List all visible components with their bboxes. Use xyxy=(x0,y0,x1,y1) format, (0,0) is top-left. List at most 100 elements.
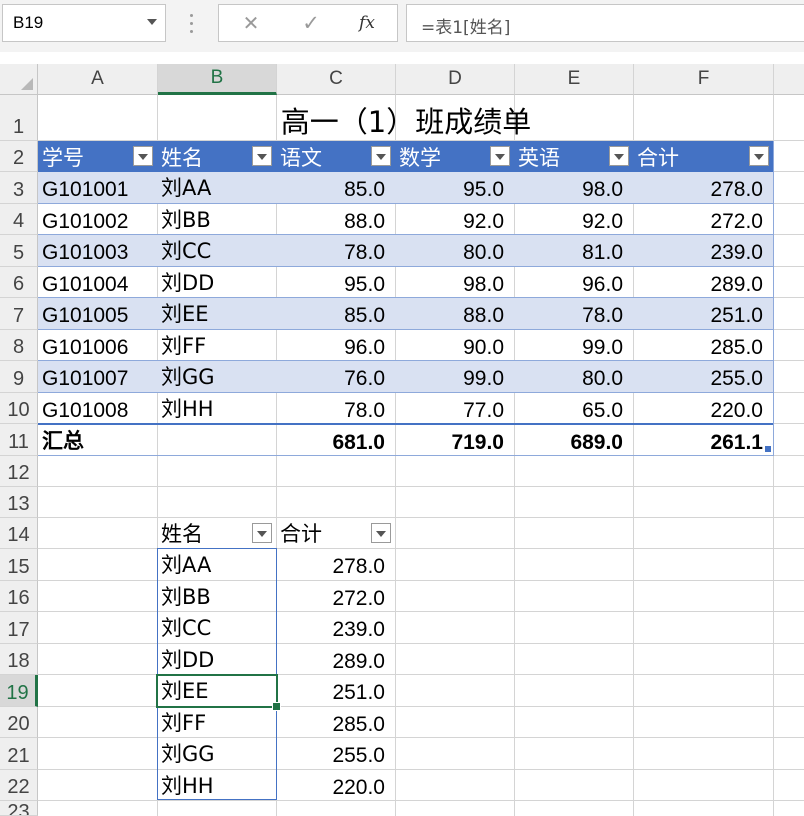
row-header-1[interactable]: 1 xyxy=(0,95,38,141)
table-cell[interactable]: 刘FF xyxy=(157,330,276,361)
table-cell[interactable]: 刘CC xyxy=(157,612,276,643)
table-cell[interactable]: 239.0 xyxy=(276,612,395,643)
table-cell[interactable]: 刘BB xyxy=(157,581,276,612)
table-cell[interactable]: 272.0 xyxy=(276,581,395,612)
row-header-10[interactable]: 10 xyxy=(0,393,38,424)
table-cell[interactable]: 77.0 xyxy=(395,393,514,424)
table-cell[interactable]: 80.0 xyxy=(395,235,514,266)
table-cell[interactable]: 78.0 xyxy=(514,298,633,329)
table-cell[interactable]: 98.0 xyxy=(395,267,514,298)
row-header-22[interactable]: 22 xyxy=(0,770,38,801)
total-cell[interactable]: 689.0 xyxy=(514,425,633,456)
table-cell[interactable]: 285.0 xyxy=(633,330,773,361)
filter-dropdown-icon[interactable] xyxy=(252,523,272,543)
table-resize-handle[interactable] xyxy=(765,446,771,452)
name-box[interactable]: B19 xyxy=(2,4,166,42)
table-cell[interactable]: 251.0 xyxy=(633,298,773,329)
table-cell[interactable]: 刘AA xyxy=(157,549,276,580)
table-cell[interactable]: 92.0 xyxy=(514,204,633,235)
table-cell[interactable]: 96.0 xyxy=(276,330,395,361)
table-cell[interactable]: G101005 xyxy=(38,298,157,329)
table-cell[interactable]: 95.0 xyxy=(276,267,395,298)
table-cell[interactable]: 76.0 xyxy=(276,361,395,392)
table-cell[interactable]: 255.0 xyxy=(633,361,773,392)
table-cell[interactable]: 272.0 xyxy=(633,204,773,235)
table-cell[interactable]: 85.0 xyxy=(276,172,395,203)
table-cell[interactable]: 刘DD xyxy=(157,644,276,675)
table-cell[interactable]: 88.0 xyxy=(395,298,514,329)
table-cell[interactable]: G101006 xyxy=(38,330,157,361)
table-cell[interactable]: 285.0 xyxy=(276,707,395,738)
table-cell[interactable]: 刘HH xyxy=(157,393,276,424)
total-label[interactable]: 汇总 xyxy=(38,425,157,456)
table-cell[interactable]: 刘HH xyxy=(157,770,276,801)
table-cell[interactable]: 96.0 xyxy=(514,267,633,298)
column-header-c[interactable]: C xyxy=(277,64,396,95)
table-cell[interactable]: 85.0 xyxy=(276,298,395,329)
filter-dropdown-icon[interactable] xyxy=(252,146,272,166)
row-header-6[interactable]: 6 xyxy=(0,267,38,298)
table-cell[interactable]: 90.0 xyxy=(395,330,514,361)
column-header-d[interactable]: D xyxy=(396,64,515,95)
total-cell[interactable]: 719.0 xyxy=(395,425,514,456)
table-cell[interactable]: G101002 xyxy=(38,204,157,235)
table-cell[interactable]: 289.0 xyxy=(276,644,395,675)
table-cell[interactable]: 刘GG xyxy=(157,361,276,392)
row-header-15[interactable]: 15 xyxy=(0,549,38,581)
table-cell[interactable]: 95.0 xyxy=(395,172,514,203)
table-cell[interactable]: G101001 xyxy=(38,172,157,203)
table-cell[interactable]: G101007 xyxy=(38,361,157,392)
cancel-icon[interactable]: ✕ xyxy=(231,5,271,41)
table-cell[interactable] xyxy=(157,425,276,456)
total-cell[interactable]: 681.0 xyxy=(276,425,395,456)
chevron-down-icon[interactable] xyxy=(147,19,157,25)
table-cell[interactable]: G101008 xyxy=(38,393,157,424)
table-cell[interactable]: 刘FF xyxy=(157,707,276,738)
insert-function-icon[interactable]: fx xyxy=(347,5,387,41)
table-cell[interactable]: 255.0 xyxy=(276,738,395,769)
row-header-14[interactable]: 14 xyxy=(0,518,38,549)
table-cell[interactable]: 98.0 xyxy=(514,172,633,203)
column-header-a[interactable]: A xyxy=(38,64,158,95)
enter-icon[interactable]: ✓ xyxy=(291,5,331,41)
table-cell[interactable]: 220.0 xyxy=(633,393,773,424)
table-cell[interactable]: 78.0 xyxy=(276,393,395,424)
table-cell[interactable]: 88.0 xyxy=(276,204,395,235)
row-header-8[interactable]: 8 xyxy=(0,330,38,361)
row-header-11[interactable]: 11 xyxy=(0,424,38,456)
table-cell[interactable]: 289.0 xyxy=(633,267,773,298)
row-header-3[interactable]: 3 xyxy=(0,172,38,204)
filter-dropdown-icon[interactable] xyxy=(371,523,391,543)
row-header-19[interactable]: 19 xyxy=(0,675,38,707)
column-header-e[interactable]: E xyxy=(515,64,634,95)
table-cell[interactable]: 99.0 xyxy=(395,361,514,392)
table-cell[interactable]: 278.0 xyxy=(276,549,395,580)
row-header-17[interactable]: 17 xyxy=(0,612,38,644)
table-cell[interactable]: 81.0 xyxy=(514,235,633,266)
row-header-13[interactable]: 13 xyxy=(0,487,38,518)
total-cell[interactable]: 261.1 xyxy=(633,425,773,456)
select-all-button[interactable] xyxy=(0,64,38,95)
column-header-g[interactable] xyxy=(774,64,804,95)
sheet-title[interactable]: 高一（1）班成绩单 xyxy=(38,95,774,141)
table-cell[interactable]: 278.0 xyxy=(633,172,773,203)
table-cell[interactable]: 刘AA xyxy=(157,172,276,203)
table-cell[interactable]: 刘BB xyxy=(157,204,276,235)
filter-dropdown-icon[interactable] xyxy=(133,146,153,166)
row-header-18[interactable]: 18 xyxy=(0,644,38,675)
fill-handle[interactable] xyxy=(272,702,281,711)
row-header-21[interactable]: 21 xyxy=(0,738,38,770)
filter-dropdown-icon[interactable] xyxy=(609,146,629,166)
filter-dropdown-icon[interactable] xyxy=(371,146,391,166)
filter-dropdown-icon[interactable] xyxy=(490,146,510,166)
table-cell[interactable]: 刘EE xyxy=(157,298,276,329)
table-cell[interactable]: 92.0 xyxy=(395,204,514,235)
row-header-12[interactable]: 12 xyxy=(0,456,38,487)
row-header-23[interactable]: 23 xyxy=(0,801,38,816)
table-cell[interactable]: 刘CC xyxy=(157,235,276,266)
row-header-16[interactable]: 16 xyxy=(0,581,38,612)
row-header-5[interactable]: 5 xyxy=(0,235,38,267)
row-header-2[interactable]: 2 xyxy=(0,141,38,172)
column-header-f[interactable]: F xyxy=(634,64,774,95)
table-cell[interactable]: 刘DD xyxy=(157,267,276,298)
